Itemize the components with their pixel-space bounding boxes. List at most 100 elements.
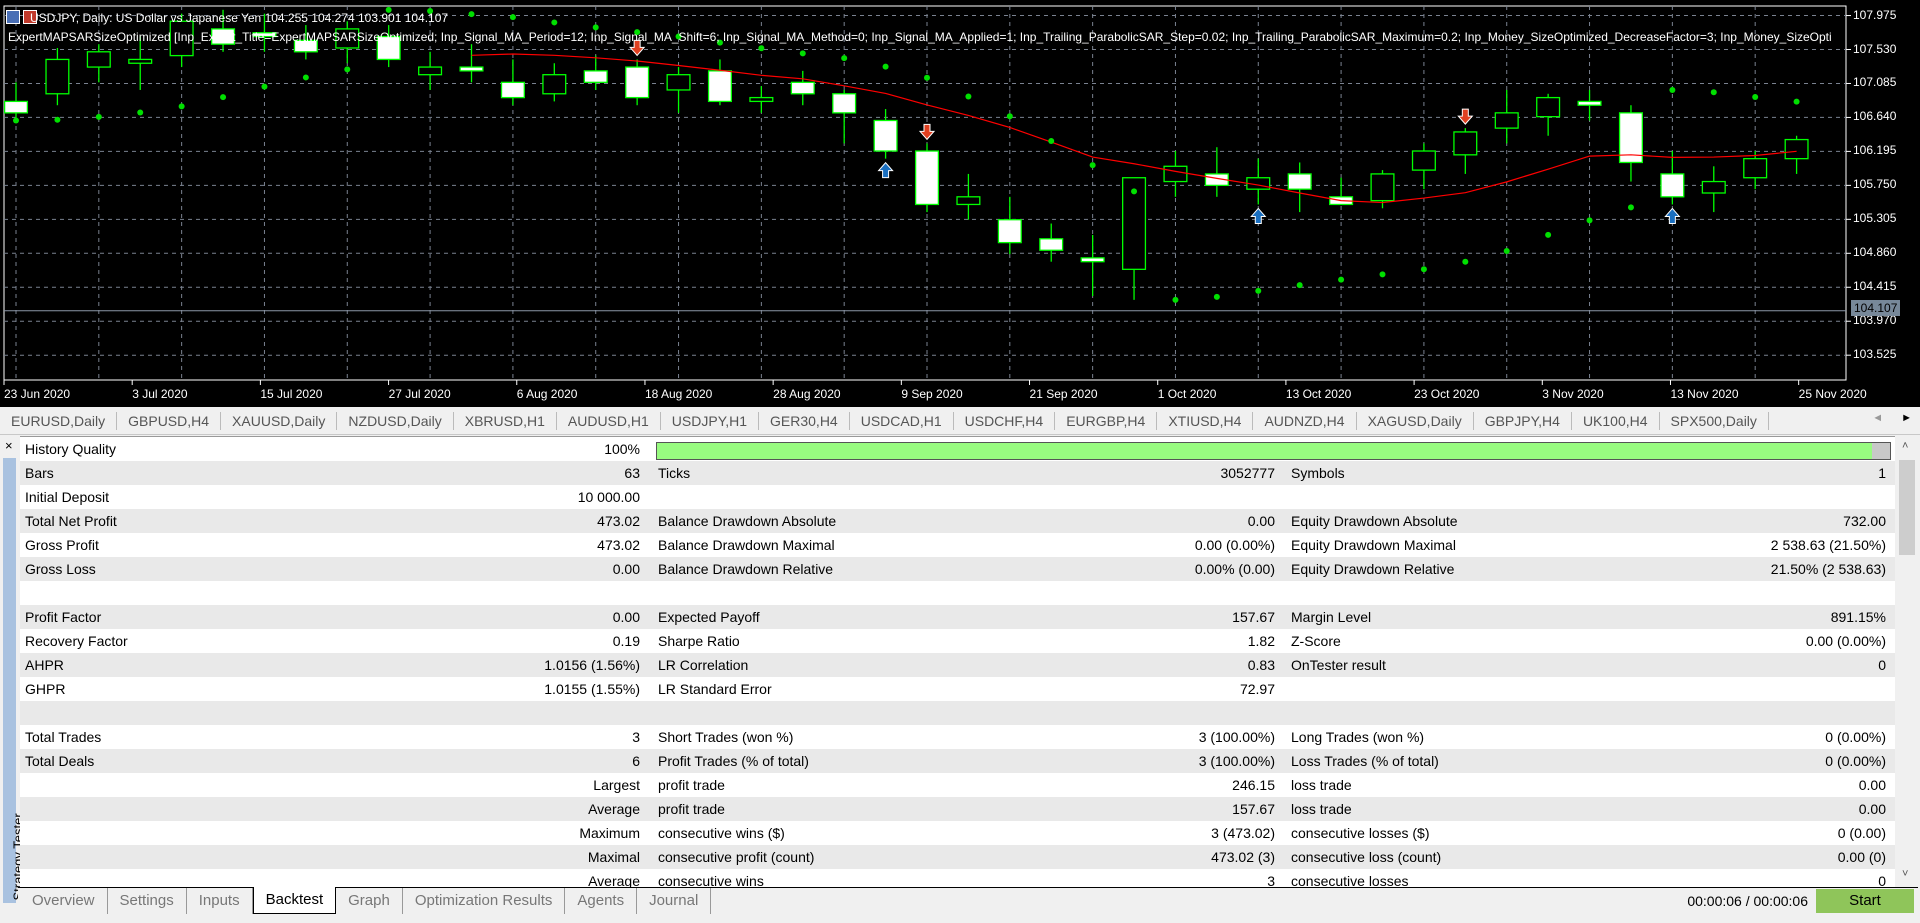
symbol-tab[interactable]: USDJPY,H1 <box>661 412 760 430</box>
candle-body <box>1163 165 1188 183</box>
metric-label: loss trade <box>1291 777 1352 793</box>
tab-agents[interactable]: Agents <box>565 888 638 914</box>
metric-label: Equity Drawdown Absolute <box>1291 513 1458 529</box>
close-icon[interactable]: × <box>5 438 13 453</box>
tab-backtest[interactable]: Backtest <box>252 887 337 914</box>
chart-window-icon[interactable] <box>6 10 20 24</box>
scroll-down-icon[interactable]: ˅ <box>1902 868 1908 880</box>
result-row: Largest profit trade 246.15 loss trade 0.00 <box>20 773 1895 797</box>
metric-value: Maximum <box>579 825 640 841</box>
metric-label: Total Net Profit <box>25 513 117 529</box>
candle-body <box>3 100 29 114</box>
current-price-label: 104.107 <box>1851 300 1901 316</box>
price-chart[interactable]: USDJPY, Daily: US Dollar vs Japanese Yen… <box>0 0 1920 407</box>
sar-dot <box>799 50 806 57</box>
symbol-tab[interactable]: GBPJPY,H4 <box>1474 412 1572 430</box>
symbol-tab[interactable]: UK100,H4 <box>1572 412 1660 430</box>
result-row: Total Trades 3 Short Trades (won %) 3 (100.… <box>20 725 1895 749</box>
symbol-tab[interactable]: AUDUSD,H1 <box>557 412 661 430</box>
tab-settings[interactable]: Settings <box>108 888 187 914</box>
symbol-tab[interactable]: XAGUSD,Daily <box>1357 412 1474 430</box>
y-tick-label: 104.415 <box>1853 279 1897 294</box>
candle-body <box>956 196 981 206</box>
symbol-tab[interactable]: XAUUSD,Daily <box>221 412 338 430</box>
metric-label: consecutive wins ($) <box>658 825 785 841</box>
candle-body <box>1660 173 1685 198</box>
metric-label: Gross Loss <box>25 561 96 577</box>
symbol-tab[interactable]: EURGBP,H4 <box>1055 412 1158 430</box>
scroll-thumb[interactable] <box>1899 460 1915 555</box>
tab-journal[interactable]: Journal <box>637 888 712 914</box>
start-button[interactable]: Start <box>1816 889 1914 913</box>
candle-body <box>997 219 1022 244</box>
metric-value: 246.15 <box>1232 777 1275 793</box>
candle-body <box>45 58 70 95</box>
metric-label: consecutive losses <box>1291 873 1409 887</box>
metric-value: 3 <box>1267 873 1275 887</box>
sar-dot <box>1048 138 1055 145</box>
candle-body <box>790 81 815 95</box>
candle-body <box>1701 180 1726 194</box>
metric-value: 1.0156 (1.56%) <box>544 657 640 673</box>
metric-value: 473.02 (3) <box>1211 849 1275 865</box>
symbol-tab[interactable]: AUDNZD,H4 <box>1253 412 1357 430</box>
symbol-tab[interactable]: NZDUSD,Daily <box>337 412 454 430</box>
metric-label: Total Deals <box>25 753 95 769</box>
results-scrollbar[interactable]: ˄ ˅ <box>1897 436 1917 886</box>
backtest-results-grid: History Quality 100% Bars 63 Ticks 3052777 S… <box>20 436 1895 887</box>
symbol-tab[interactable]: GER30,H4 <box>759 412 850 430</box>
history-quality-row: History Quality 100% <box>20 437 1895 461</box>
tab-graph[interactable]: Graph <box>336 888 403 914</box>
y-tick-label: 107.975 <box>1853 7 1897 22</box>
symbol-tab[interactable]: EURUSD,Daily <box>0 412 118 430</box>
sar-dot <box>924 74 930 81</box>
metric-label: Long Trades (won %) <box>1291 729 1425 745</box>
y-tick-label: 105.305 <box>1853 211 1897 226</box>
tabs-next-icon[interactable]: ► <box>1901 412 1912 424</box>
candle-body <box>459 66 484 72</box>
sar-dot <box>95 113 102 120</box>
tab-optimization-results[interactable]: Optimization Results <box>403 888 566 914</box>
sar-dot <box>1669 86 1676 93</box>
metric-label: loss trade <box>1291 801 1352 817</box>
candle-body <box>418 66 443 76</box>
metric-label: profit trade <box>658 777 725 793</box>
metric-value: 0.83 <box>1247 657 1275 673</box>
symbol-tab[interactable]: USDCAD,H1 <box>850 412 954 430</box>
candle-body <box>1577 100 1602 106</box>
symbol-tab[interactable]: XTIUSD,H4 <box>1157 412 1254 430</box>
tester-sidebar: × Strategy Tester <box>0 436 26 903</box>
metric-value: 1.82 <box>1247 633 1275 649</box>
metric-label: Profit Factor <box>25 609 102 625</box>
symbol-tab[interactable]: SPX500,Daily <box>1660 412 1769 430</box>
result-row: Total Deals 6 Profit Trades (% of total) 3 … <box>20 749 1895 773</box>
metric-label: Recovery Factor <box>25 633 128 649</box>
sell-arrow-icon <box>1457 108 1474 125</box>
tab-inputs[interactable]: Inputs <box>187 888 253 914</box>
symbol-tab[interactable]: GBPUSD,H4 <box>117 412 222 430</box>
sar-dot <box>1462 258 1469 265</box>
metric-value: 0.00% (0.00) <box>1194 561 1275 577</box>
symbol-tab[interactable]: XBRUSD,H1 <box>454 412 557 430</box>
chart-canvas[interactable] <box>0 0 1920 407</box>
metric-label: Profit Trades (% of total) <box>658 753 809 769</box>
sar-dot <box>1503 248 1510 255</box>
symbol-tab[interactable]: USDCHF,H4 <box>954 412 1056 430</box>
metric-label: Z-Score <box>1291 633 1341 649</box>
tester-side-strip[interactable]: Strategy Tester <box>3 458 26 903</box>
tabs-prev-icon[interactable]: ◄ <box>1872 412 1883 424</box>
x-tick-label: 15 Jul 2020 <box>260 387 323 401</box>
candle-body <box>832 93 857 114</box>
tab-overview[interactable]: Overview <box>20 888 108 914</box>
history-quality-bar <box>656 442 1891 460</box>
x-tick-label: 3 Nov 2020 <box>1542 387 1604 401</box>
buy-arrow-icon <box>1250 207 1267 224</box>
scroll-up-icon[interactable]: ˄ <box>1902 440 1908 452</box>
metric-label: Sharpe Ratio <box>658 633 740 649</box>
tester-tabs: 00:00:06 / 00:00:06 Start Overview Settin… <box>18 887 1918 914</box>
candle-body <box>666 74 691 91</box>
sar-dot <box>220 94 227 101</box>
symbol-tabs-nav: ◄ ► <box>1872 412 1912 424</box>
expert-parameters: ExpertMAPSARSizeOptimized [Inp_Expert_Ti… <box>8 30 1832 44</box>
metric-value: 0.00 <box>612 609 640 625</box>
